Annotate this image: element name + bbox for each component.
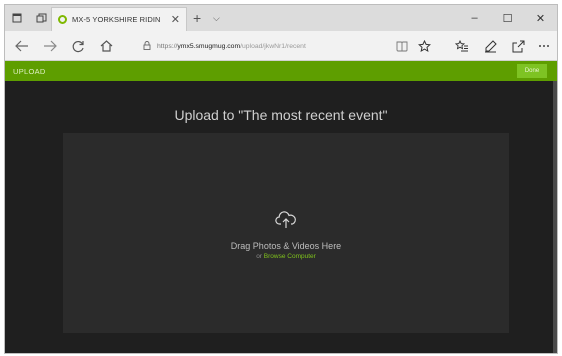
new-tab-button[interactable]: +	[193, 5, 201, 31]
more-icon[interactable]	[535, 37, 553, 55]
tab-bar: MX-5 YORKSHIRE RIDIN ✕ + ⌵ – ☐ ✕	[5, 5, 557, 31]
tab-active[interactable]: MX-5 YORKSHIRE RIDIN ✕	[51, 7, 187, 31]
drop-zone[interactable]: Drag Photos & Videos Here or Browse Comp…	[63, 133, 509, 333]
cloud-upload-icon	[275, 211, 297, 229]
drag-instructions: Drag Photos & Videos Here	[230, 241, 342, 251]
tab-title: MX-5 YORKSHIRE RIDIN	[72, 15, 161, 24]
home-icon[interactable]	[97, 37, 115, 55]
url-text[interactable]: https://ymx5.smugmug.com/upload/jkwNr1/r…	[157, 43, 306, 50]
or-text: or	[256, 253, 262, 260]
chevron-down-icon[interactable]: ⌵	[213, 5, 220, 31]
maximize-button[interactable]: ☐	[491, 5, 524, 31]
page-title: Upload to "The most recent event"	[174, 107, 388, 123]
tab-actions-icon[interactable]	[5, 5, 29, 31]
minimize-button[interactable]: –	[458, 5, 491, 31]
lock-icon	[143, 40, 151, 52]
pen-icon[interactable]	[481, 37, 499, 55]
close-icon[interactable]: ✕	[171, 13, 180, 26]
upload-page: Upload to "The most recent event" Drag P…	[5, 81, 557, 353]
reading-view-icon[interactable]	[393, 37, 411, 55]
favorites-hub-icon[interactable]	[453, 37, 471, 55]
browse-line: or Browse Computer	[63, 253, 509, 260]
share-icon[interactable]	[509, 37, 527, 55]
window-controls: – ☐ ✕	[458, 5, 557, 31]
back-arrow-icon[interactable]	[13, 37, 31, 55]
tab-aside-icon[interactable]	[29, 5, 53, 31]
url-domain: ymx5.smugmug.com	[177, 42, 241, 50]
browser-window: MX-5 YORKSHIRE RIDIN ✕ + ⌵ – ☐ ✕ https:/	[4, 4, 558, 354]
browse-computer-link[interactable]: Browse Computer	[264, 253, 316, 260]
refresh-icon[interactable]	[69, 37, 87, 55]
close-window-button[interactable]: ✕	[524, 5, 557, 31]
upload-label: UPLOAD	[13, 66, 46, 76]
done-button[interactable]: Done	[517, 64, 547, 78]
star-icon[interactable]	[415, 37, 433, 55]
forward-arrow-icon[interactable]	[41, 37, 59, 55]
navigation-bar: https://ymx5.smugmug.com/upload/jkwNr1/r…	[5, 31, 557, 61]
smugmug-favicon-icon	[58, 15, 67, 24]
url-prefix: https://	[157, 42, 178, 50]
url-path: /upload/jkwNr1/recent	[240, 42, 306, 50]
scrollbar[interactable]	[553, 81, 557, 353]
upload-toolbar: UPLOAD Done	[5, 61, 557, 81]
